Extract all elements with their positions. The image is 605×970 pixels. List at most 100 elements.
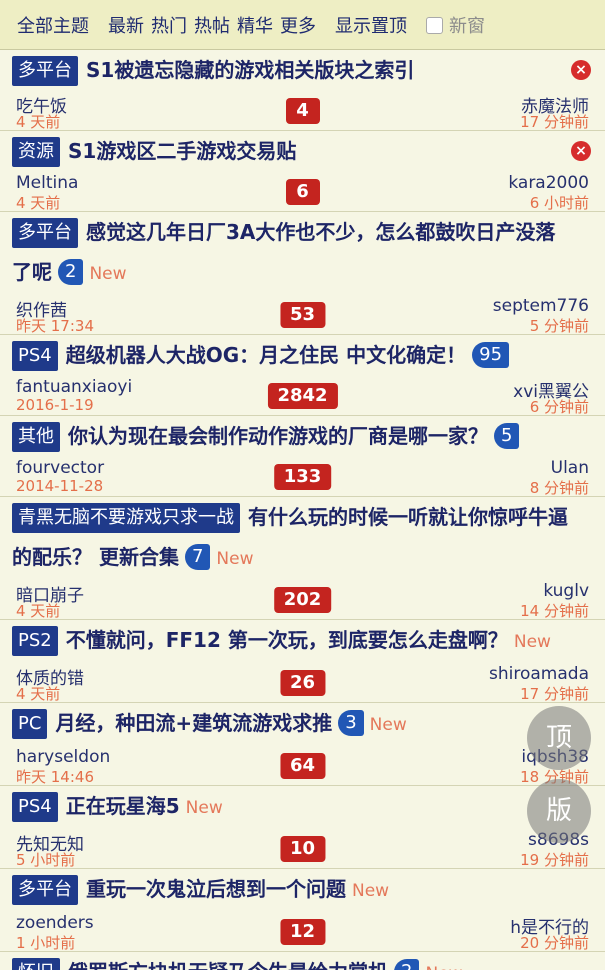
thread-meta: Meltina 4 天前 6 kara2000 6 小时前 [0,171,605,212]
thread-row[interactable]: PC 月经，种田流+建筑流游戏求推 3 New haryseldon 昨天 14:46 64… [0,703,605,786]
thread-title[interactable]: 超级机器人大战OG：月之住民 中文化确定！ [66,343,466,367]
last-reply-user[interactable]: kara2000 [508,173,589,193]
last-reply-user[interactable]: kuglv [543,581,589,601]
thread-meta: 先知无知5 小时前10s8698s19 分钟前 [0,828,605,869]
thread-title[interactable]: S1游戏区二手游戏交易贴 [68,139,296,163]
thread-category-tag[interactable]: 怀旧 [12,958,60,970]
thread-author[interactable]: fourvector [16,458,104,478]
page-count-badge[interactable]: 3 [338,710,364,736]
thread-meta: 暗口崩子 4 天前 202 kuglv 14 分钟前 [0,579,605,620]
board-switch-button[interactable]: 版 [527,779,591,843]
thread-row[interactable]: PS4 超级机器人大战OG：月之住民 中文化确定！ 95 fantuanxiaoyi 2… [0,335,605,416]
page-count-badge[interactable]: 7 [184,544,211,570]
scroll-top-button[interactable]: 顶 [527,706,591,770]
nav-more[interactable]: 更多 [280,12,316,38]
last-reply-time: 14 分钟前 [520,602,589,620]
thread-row[interactable]: 多平台 重玩一次鬼泣后想到一个问题 New zoenders 1 小时前 12 h是不行的 2… [0,869,605,952]
new-label: New [216,549,254,569]
thread-row[interactable]: 多平台 感觉这几年日厂3A大作也不少，怎么都鼓吹日产没落了呢 2 New 织作茜 昨天 1… [0,212,605,335]
thread-title-line[interactable]: 资源 S1游戏区二手游戏交易贴 [0,131,605,171]
last-reply-user[interactable]: shiroamada [489,664,589,684]
last-reply-time: 19 分钟前 [520,851,589,869]
thread-title[interactable]: 重玩一次鬼泣后想到一个问题 [86,877,346,901]
last-reply-user[interactable]: septem776 [493,296,589,316]
thread-author[interactable]: haryseldon [16,747,110,767]
reply-count-badge: 26 [279,670,326,696]
page-count-badge[interactable]: 2 [58,259,84,285]
thread-category-tag[interactable]: PS2 [12,626,58,656]
thread-meta: 吃午饭 4 天前 4 赤魔法师 17 分钟前 [0,90,605,131]
thread-list: 多平台 S1被遗忘隐藏的游戏相关版块之索引 × 吃午饭 4 天前 4 赤魔法师 17 分钟前资… [0,50,605,970]
thread-row[interactable]: PS2 不懂就问，FF12 第一次玩，到底要怎么走盘啊？ New 体质的错 4 天前 26… [0,620,605,703]
thread-post-time: 昨天 17:34 [16,317,94,335]
page-count-badge[interactable]: 2 [394,959,420,970]
thread-author[interactable]: zoenders [16,913,94,933]
thread-title-line[interactable]: PC 月经，种田流+建筑流游戏求推 3 New [0,703,605,745]
thread-post-time: 2014-11-28 [16,477,104,495]
thread-title-line[interactable]: 多平台 感觉这几年日厂3A大作也不少，怎么都鼓吹日产没落了呢 2 New [0,212,605,294]
thread-row[interactable]: 怀旧俄罗斯方块机无疑乃今生最给力掌机 2 New [0,952,605,970]
thread-category-tag[interactable]: PS4 [12,792,58,822]
thread-title[interactable]: 正在玩星海5 [66,794,180,818]
thread-title[interactable]: 不懂就问，FF12 第一次玩，到底要怎么走盘啊？ [66,628,508,652]
new-label: New [89,264,127,284]
last-reply-user[interactable]: Ulan [551,458,589,478]
nav-digest[interactable]: 精华 [237,12,273,38]
thread-post-time: 4 天前 [16,685,61,703]
new-window-checkbox[interactable] [426,16,443,34]
page-count-badge[interactable]: 95 [472,342,510,368]
thread-title-line[interactable]: 青黑无脑不要游戏只求一战 有什么玩的时候一听就让你惊呼牛逼的配乐？ 更新合集 7 Ne… [0,497,605,579]
reply-count-badge: 133 [273,464,332,490]
last-reply-time: 5 分钟前 [529,317,589,335]
thread-category-tag[interactable]: 其他 [12,422,60,452]
thread-title-line[interactable]: PS4 正在玩星海5 New [0,786,605,828]
new-window-toggle[interactable]: 新窗 [426,12,492,38]
thread-category-tag[interactable]: 青黑无脑不要游戏只求一战 [12,503,240,533]
thread-title-line[interactable]: 多平台 S1被遗忘隐藏的游戏相关版块之索引 [0,50,605,90]
nav-hot[interactable]: 热门 [151,12,187,38]
thread-title[interactable]: S1被遗忘隐藏的游戏相关版块之索引 [86,58,414,82]
nav-hot-posts[interactable]: 热帖 [194,12,230,38]
thread-author[interactable]: Meltina [16,173,78,193]
thread-title-line[interactable]: 其他 你认为现在最会制作动作游戏的厂商是哪一家？ 5 [0,416,605,456]
thread-row[interactable]: 多平台 S1被遗忘隐藏的游戏相关版块之索引 × 吃午饭 4 天前 4 赤魔法师 17 分钟前 [0,50,605,131]
thread-row[interactable]: 青黑无脑不要游戏只求一战 有什么玩的时候一听就让你惊呼牛逼的配乐？ 更新合集 7 Ne… [0,497,605,620]
thread-title-line[interactable]: 多平台 重玩一次鬼泣后想到一个问题 New [0,869,605,911]
thread-post-time: 昨天 14:46 [16,768,94,786]
thread-meta: haryseldon昨天 14:4664iqbsh3818 分钟前 [0,745,605,786]
close-icon[interactable]: × [571,60,591,80]
reply-count-badge: 6 [285,179,320,205]
thread-category-tag[interactable]: 资源 [12,137,60,167]
thread-title-line[interactable]: PS2 不懂就问，FF12 第一次玩，到底要怎么走盘啊？ New [0,620,605,662]
thread-title-line[interactable]: 怀旧俄罗斯方块机无疑乃今生最给力掌机 2 New [0,952,605,970]
thread-row[interactable]: 资源 S1游戏区二手游戏交易贴 × Meltina 4 天前 6 kara2000 6 小时前 [0,131,605,212]
thread-title[interactable]: 俄罗斯方块机无疑乃今生最给力掌机 [68,960,388,970]
thread-category-tag[interactable]: 多平台 [12,875,78,905]
page-count-badge[interactable]: 5 [494,423,520,449]
new-label: New [369,715,407,735]
thread-row[interactable]: 其他 你认为现在最会制作动作游戏的厂商是哪一家？ 5 fourvector 2014-1… [0,416,605,497]
thread-category-tag[interactable]: PC [12,709,48,739]
thread-meta: 体质的错 4 天前 26 shiroamada 17 分钟前 [0,662,605,703]
nav-latest[interactable]: 最新 [108,12,144,38]
thread-category-tag[interactable]: 多平台 [12,218,78,248]
thread-category-tag[interactable]: PS4 [12,341,58,371]
thread-title[interactable]: 月经，种田流+建筑流游戏求推 [55,711,332,735]
nav-show-sticky[interactable]: 显示置顶 [335,12,407,38]
thread-category-tag[interactable]: 多平台 [12,56,78,86]
thread-row[interactable]: PS4正在玩星海5New先知无知5 小时前10s8698s19 分钟前 [0,786,605,869]
reply-count-badge: 64 [279,753,326,779]
thread-author[interactable]: fantuanxiaoyi [16,377,132,397]
new-label: New [352,881,390,901]
nav-all-topics[interactable]: 全部主题 [17,12,89,38]
thread-title[interactable]: 你认为现在最会制作动作游戏的厂商是哪一家？ [68,424,488,448]
last-reply-time: 6 分钟前 [529,398,589,416]
reply-count-badge: 10 [279,836,326,862]
thread-post-time: 4 天前 [16,602,61,620]
close-icon[interactable]: × [571,141,591,161]
last-reply-time: 17 分钟前 [520,113,589,131]
new-label: New [425,964,462,970]
thread-meta: zoenders 1 小时前 12 h是不行的 20 分钟前 [0,911,605,952]
thread-meta: fantuanxiaoyi 2016-1-19 2842 xvi黑翼公 6 分钟前 [0,375,605,416]
thread-title-line[interactable]: PS4 超级机器人大战OG：月之住民 中文化确定！ 95 [0,335,605,375]
